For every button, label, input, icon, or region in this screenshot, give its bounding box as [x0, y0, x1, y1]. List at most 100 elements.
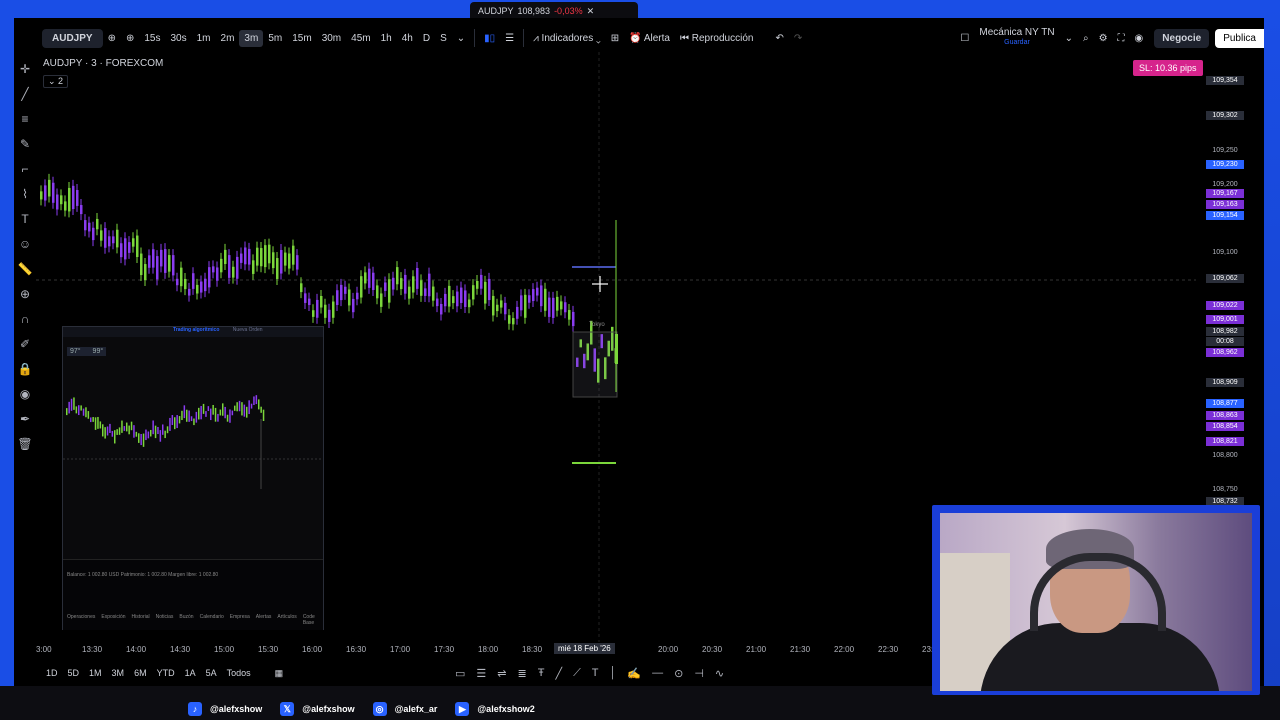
inset-bottom-tab[interactable]: Code Base	[303, 614, 323, 626]
horizontal-line-icon[interactable]: —	[652, 667, 663, 679]
rect-icon[interactable]: ▭	[455, 667, 465, 680]
type-icon[interactable]: T	[592, 667, 599, 679]
candle-body	[252, 260, 255, 274]
publish-button[interactable]: Publica	[1215, 28, 1264, 48]
trash-icon[interactable]: 🗑	[17, 436, 33, 452]
inset-bottom-tab[interactable]: Historial	[132, 614, 150, 626]
interval-1m[interactable]: 1m	[192, 30, 216, 47]
inset-bottom-tab[interactable]: Noticias	[156, 614, 174, 626]
magnet-icon[interactable]: ∩	[17, 311, 33, 327]
candle-body	[372, 272, 375, 291]
interval-30m[interactable]: 30m	[317, 30, 346, 47]
range-1d[interactable]: 1D	[46, 668, 58, 678]
lock-icon[interactable]: 🔒	[17, 361, 33, 377]
interval-4h[interactable]: 4h	[397, 30, 418, 47]
add-symbol-icon[interactable]: ⊕	[103, 30, 121, 47]
redo-icon[interactable]: ↷	[789, 30, 807, 47]
interval-15m[interactable]: 15m	[287, 30, 316, 47]
social-link[interactable]: ♪ @alefxshow	[188, 701, 262, 716]
settings-icon[interactable]: ⚙	[1094, 30, 1113, 47]
zoom-icon[interactable]: ⊕	[17, 286, 33, 302]
top-toolbar: AUDJPY ⊕ ⊕ 15s 30s 1m 2m 3m 5m 15m 30m 4…	[14, 24, 1264, 52]
templates-icon[interactable]: ⊞	[606, 30, 624, 47]
trade-button[interactable]: Negocie	[1154, 28, 1210, 48]
range-3m[interactable]: 3M	[112, 668, 125, 678]
layout-menu[interactable]: Mecánica NY TN Guardar	[974, 25, 1059, 51]
inset-candle	[66, 408, 68, 416]
fullscreen-icon[interactable]: ⛶	[1113, 30, 1130, 47]
path-icon[interactable]: ⌇	[17, 186, 33, 202]
interval-15s[interactable]: 15s	[139, 30, 165, 47]
range-5a[interactable]: 5A	[206, 668, 217, 678]
interval-s[interactable]: S	[435, 30, 452, 47]
trend-line-icon[interactable]: ╱	[17, 86, 33, 102]
target-icon[interactable]: ⊙	[674, 667, 683, 680]
search-icon[interactable]: ⌕	[1078, 30, 1094, 47]
candle-body	[108, 236, 111, 247]
inset-bottom-tab[interactable]: Calendario	[200, 614, 224, 626]
eye-icon[interactable]: ◉	[17, 386, 33, 402]
channel-icon[interactable]: ⇌	[497, 667, 506, 680]
ray-icon[interactable]: ⟋	[573, 667, 581, 680]
fib-channel-icon[interactable]: ≣	[518, 667, 527, 680]
brush-icon[interactable]: ✎	[17, 136, 33, 152]
candles-icon[interactable]: ▮▯	[479, 30, 500, 47]
indicators-button[interactable]: ⩘ Indicadores ⌄	[528, 30, 606, 47]
candle-body	[120, 243, 123, 258]
inset-bottom-tab[interactable]: Artículos	[277, 614, 296, 626]
text-icon[interactable]: T	[17, 211, 33, 227]
symbol-search-button[interactable]: AUDJPY	[42, 28, 103, 48]
cursor-icon[interactable]: ✛	[17, 61, 33, 77]
range-5d[interactable]: 5D	[68, 668, 80, 678]
emoji-icon[interactable]: ☺	[17, 236, 33, 252]
calendar-icon[interactable]: ▦	[275, 668, 284, 679]
interval-45m[interactable]: 45m	[346, 30, 375, 47]
vertical-line-icon[interactable]: │	[610, 667, 617, 679]
pattern-icon[interactable]: ⌐	[17, 161, 33, 177]
undo-icon[interactable]: ↶	[770, 30, 788, 47]
candle-body	[268, 244, 271, 264]
inset-bottom-tab[interactable]: Exposición	[101, 614, 125, 626]
interval-5m[interactable]: 5m	[263, 30, 287, 47]
compare-icon[interactable]: ⊕	[121, 30, 139, 47]
inset-bottom-tab[interactable]: Alertas	[256, 614, 272, 626]
camera-icon[interactable]: ◉	[1130, 30, 1149, 47]
chevron-down-icon[interactable]: ⌄	[452, 30, 470, 47]
text-tool-icon[interactable]: Ŧ	[538, 667, 545, 679]
fib-icon[interactable]: ≡	[17, 111, 33, 127]
ruler-icon[interactable]: 📏	[17, 261, 33, 277]
brush-tool-icon[interactable]: ✍	[627, 667, 641, 680]
candle-body	[420, 280, 423, 296]
range-ytd[interactable]: YTD	[157, 668, 175, 678]
interval-3m[interactable]: 3m	[239, 29, 264, 47]
wave-icon[interactable]: ∿	[715, 667, 724, 680]
chevron-down-icon[interactable]: ⌄	[1060, 30, 1078, 47]
range-6m[interactable]: 6M	[134, 668, 147, 678]
replay-button[interactable]: ⏮ Reproducción	[675, 30, 759, 47]
inset-candle	[102, 424, 104, 437]
social-link[interactable]: ▶ @alefxshow2	[455, 701, 535, 716]
interval-2m[interactable]: 2m	[216, 30, 240, 47]
list-icon[interactable]: ☰	[476, 667, 486, 680]
interval-1h[interactable]: 1h	[376, 30, 397, 47]
interval-30s[interactable]: 30s	[165, 30, 191, 47]
alert-button[interactable]: ⏰ Alerta	[624, 30, 675, 47]
range-todos[interactable]: Todos	[227, 668, 251, 678]
social-link[interactable]: 𝕏 @alefxshow	[280, 701, 355, 716]
range-1a[interactable]: 1A	[185, 668, 196, 678]
layout-checkbox-icon[interactable]: ☐	[955, 30, 974, 47]
time-label: 14:00	[126, 645, 147, 654]
line-icon[interactable]: ╱	[555, 667, 562, 680]
candle-body	[564, 302, 567, 313]
social-link[interactable]: ◎ @alefx_ar	[372, 701, 437, 716]
pen-icon[interactable]: ✒	[17, 411, 33, 427]
chart-type-icon[interactable]: ☰	[500, 30, 519, 47]
range-1m[interactable]: 1M	[89, 668, 102, 678]
ruler-tool-icon[interactable]: ⊣	[694, 667, 704, 680]
close-icon[interactable]: ✕	[587, 6, 595, 17]
inset-bottom-tab[interactable]: Buzón	[179, 614, 193, 626]
inset-bottom-tab[interactable]: Operaciones	[67, 614, 95, 626]
pencil-lock-icon[interactable]: ✐	[17, 336, 33, 352]
interval-d[interactable]: D	[418, 30, 435, 47]
inset-bottom-tab[interactable]: Empresa	[230, 614, 250, 626]
